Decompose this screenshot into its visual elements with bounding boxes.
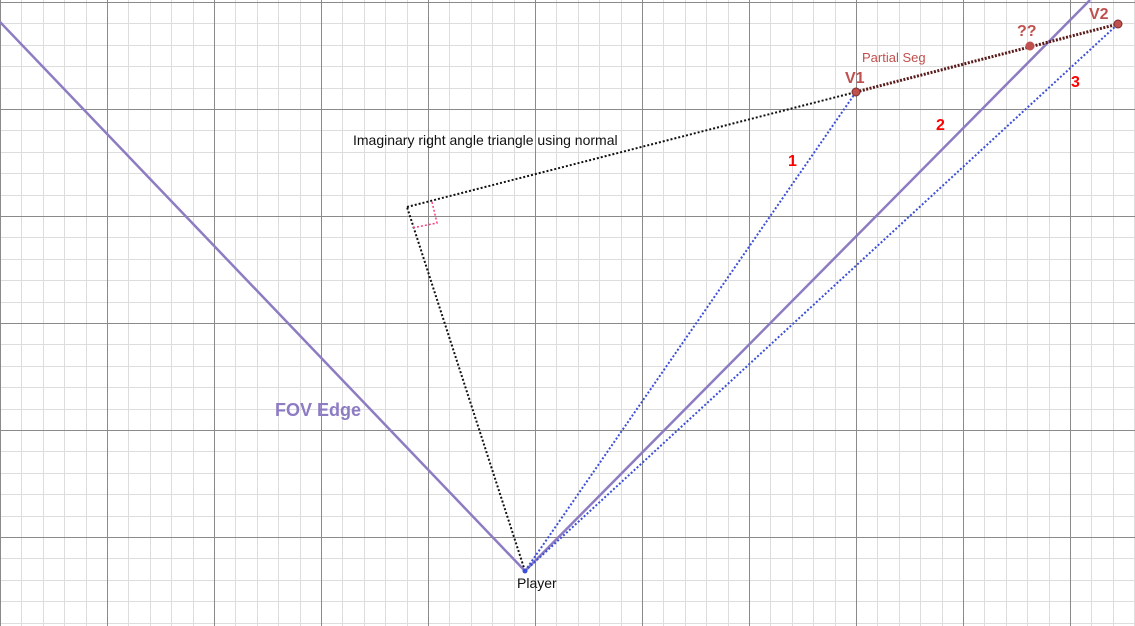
partial-seg-label: Partial Seg <box>862 50 926 65</box>
ray-3-label: 3 <box>1071 74 1080 91</box>
intersection-point <box>1025 41 1035 51</box>
ray-2-label: 2 <box>936 117 945 134</box>
right-angle-marker <box>411 201 438 229</box>
v2-point <box>1113 19 1123 29</box>
fov-edge-left <box>0 21 526 572</box>
v1-point <box>851 87 861 97</box>
imaginary-triangle-label: Imaginary right angle triangle using nor… <box>353 132 618 148</box>
ray-1-label: 1 <box>788 153 797 170</box>
player-point <box>522 568 528 574</box>
v1-label: V1 <box>845 70 865 87</box>
player-label: Player <box>517 575 557 591</box>
ray-3-line <box>524 23 1119 572</box>
v2-label: V2 <box>1089 6 1109 23</box>
fov-edge-label: FOV Edge <box>275 400 361 420</box>
intersection-label: ?? <box>1017 23 1037 40</box>
fov-edge-right <box>524 0 1091 572</box>
diagram-canvas: Imaginary right angle triangle using nor… <box>0 0 1135 626</box>
